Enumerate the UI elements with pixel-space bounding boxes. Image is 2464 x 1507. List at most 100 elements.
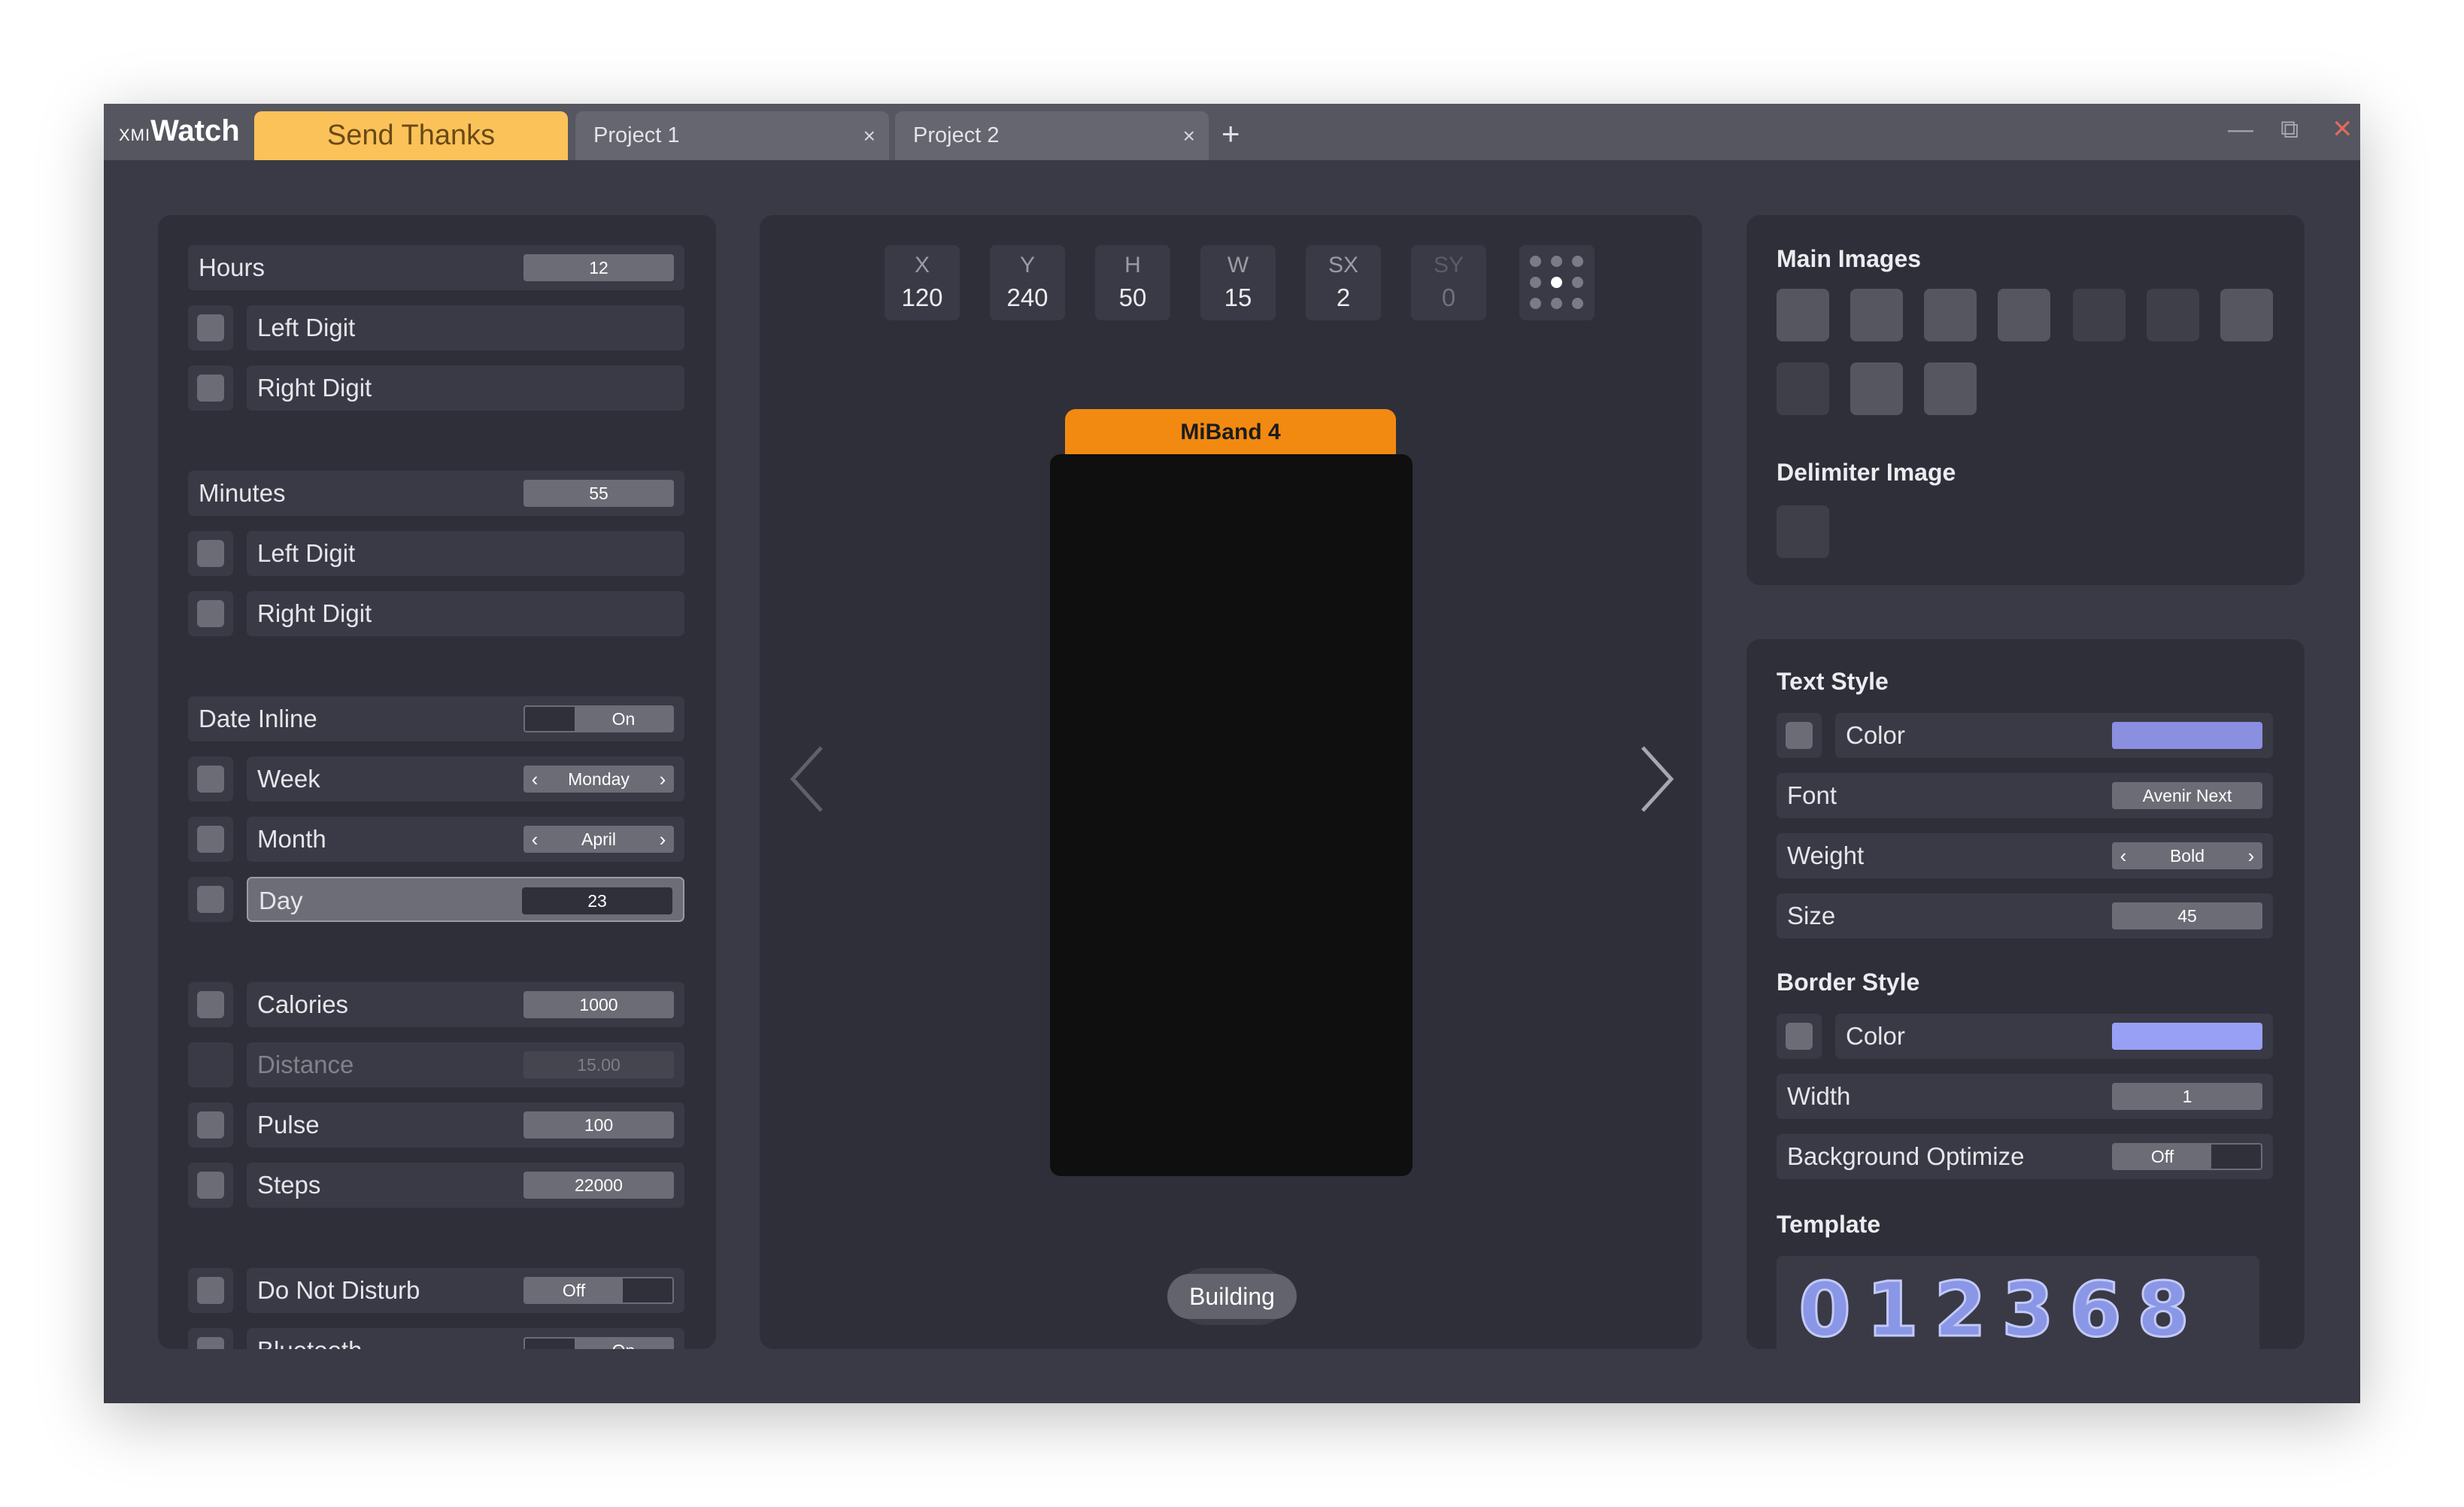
main-image-slot[interactable] xyxy=(1850,362,1903,415)
coord-y[interactable]: Y 240 xyxy=(990,245,1065,320)
date-inline-row[interactable]: Date Inline On xyxy=(188,696,684,741)
bg-optimize-toggle[interactable]: Off xyxy=(2112,1143,2262,1170)
chevron-left-icon[interactable] xyxy=(787,741,832,817)
chevron-right-icon[interactable]: › xyxy=(2240,842,2262,869)
close-window-icon[interactable]: ✕ xyxy=(2332,114,2353,144)
coord-h[interactable]: H 50 xyxy=(1095,245,1170,320)
weight-row[interactable]: Weight ‹ Bold › xyxy=(1777,833,2273,878)
coord-x[interactable]: X 120 xyxy=(885,245,960,320)
weight-selector[interactable]: ‹ Bold › xyxy=(2112,842,2262,869)
chevron-left-icon[interactable]: ‹ xyxy=(523,766,546,793)
coord-key: Y xyxy=(1019,253,1035,277)
border-width-row[interactable]: Width 1 xyxy=(1777,1074,2273,1119)
pulse-row[interactable]: Pulse 100 xyxy=(247,1102,684,1148)
dnd-toggle[interactable]: Off xyxy=(523,1277,674,1304)
main-image-slot[interactable] xyxy=(1924,362,1977,415)
chevron-right-icon[interactable] xyxy=(1632,741,1677,817)
calories-value[interactable]: 1000 xyxy=(523,991,674,1018)
dnd-row[interactable]: Do Not Disturb Off xyxy=(247,1268,684,1313)
week-checkbox[interactable] xyxy=(188,757,233,802)
minutes-row[interactable]: Minutes 55 xyxy=(188,471,684,516)
chevron-left-icon[interactable]: ‹ xyxy=(2112,842,2135,869)
text-color-swatch[interactable] xyxy=(2112,722,2262,749)
hours-right-digit[interactable]: Right Digit xyxy=(247,365,684,411)
main-image-slot[interactable] xyxy=(2147,289,2199,341)
border-width-value[interactable]: 1 xyxy=(2112,1083,2262,1110)
day-value[interactable]: 23 xyxy=(522,887,672,914)
main-image-slot[interactable] xyxy=(1777,289,1829,341)
delimiter-image-slot[interactable] xyxy=(1777,505,1829,558)
send-thanks-tab[interactable]: Send Thanks xyxy=(254,111,568,160)
minutes-right-checkbox[interactable] xyxy=(188,591,233,636)
main-image-slot[interactable] xyxy=(1777,362,1829,415)
date-inline-toggle[interactable]: On xyxy=(523,705,674,732)
size-value[interactable]: 45 xyxy=(2112,902,2262,929)
border-color-checkbox[interactable] xyxy=(1777,1014,1822,1059)
distance-label: Distance xyxy=(257,1051,354,1078)
hours-right-checkbox[interactable] xyxy=(188,365,233,411)
distance-checkbox[interactable] xyxy=(188,1042,233,1087)
font-row[interactable]: Font Avenir Next xyxy=(1777,773,2273,818)
minutes-right-digit[interactable]: Right Digit xyxy=(247,591,684,636)
add-tab-icon[interactable]: + xyxy=(1221,113,1240,155)
coord-sy[interactable]: SY 0 xyxy=(1411,245,1486,320)
bluetooth-toggle[interactable]: On xyxy=(523,1337,674,1349)
week-label: Week xyxy=(257,765,320,793)
hours-left-digit[interactable]: Left Digit xyxy=(247,305,684,350)
coord-w[interactable]: W 15 xyxy=(1200,245,1276,320)
month-checkbox[interactable] xyxy=(188,817,233,862)
device-label[interactable]: MiBand 4 xyxy=(1065,409,1396,454)
text-color-row[interactable]: Color xyxy=(1835,713,2273,758)
pulse-value[interactable]: 100 xyxy=(523,1111,674,1139)
minutes-left-digit[interactable]: Left Digit xyxy=(247,531,684,576)
chevron-right-icon[interactable]: › xyxy=(651,766,674,793)
main-image-slot[interactable] xyxy=(2220,289,2273,341)
minutes-left-checkbox[interactable] xyxy=(188,531,233,576)
bluetooth-checkbox[interactable] xyxy=(188,1328,233,1349)
maximize-icon[interactable]: ⧉ xyxy=(2280,114,2299,144)
hours-left-checkbox[interactable] xyxy=(188,305,233,350)
template-preview[interactable]: 0 1 2 3 6 8 xyxy=(1777,1256,2259,1349)
bluetooth-row[interactable]: Bluetooth On xyxy=(247,1328,684,1349)
coord-sx[interactable]: SX 2 xyxy=(1306,245,1381,320)
size-row[interactable]: Size 45 xyxy=(1777,893,2273,938)
close-tab-icon[interactable]: × xyxy=(1183,111,1195,160)
tab-project-1[interactable]: Project 1 × xyxy=(575,111,889,160)
dnd-checkbox[interactable] xyxy=(188,1268,233,1313)
close-tab-icon[interactable]: × xyxy=(863,111,875,160)
main-image-slot[interactable] xyxy=(1998,289,2050,341)
chevron-left-icon[interactable]: ‹ xyxy=(523,826,546,853)
chevron-right-icon[interactable]: › xyxy=(651,826,674,853)
week-selector[interactable]: ‹ Monday › xyxy=(523,766,674,793)
month-row[interactable]: Month ‹ April › xyxy=(247,817,684,862)
pulse-checkbox[interactable] xyxy=(188,1102,233,1148)
main-image-slot[interactable] xyxy=(1924,289,1977,341)
bg-optimize-label: Background Optimize xyxy=(1787,1142,2025,1170)
steps-value[interactable]: 22000 xyxy=(523,1172,674,1199)
calories-checkbox[interactable] xyxy=(188,982,233,1027)
watch-screen-preview[interactable] xyxy=(1050,454,1413,1176)
checkbox-box xyxy=(197,600,224,627)
day-row[interactable]: Day 23 xyxy=(247,877,684,922)
week-row[interactable]: Week ‹ Monday › xyxy=(247,757,684,802)
minimize-icon[interactable]: — xyxy=(2228,114,2253,144)
hours-row[interactable]: Hours 12 xyxy=(188,245,684,290)
alignment-grid-icon[interactable] xyxy=(1519,245,1595,320)
font-value[interactable]: Avenir Next xyxy=(2112,782,2262,809)
text-color-checkbox[interactable] xyxy=(1777,713,1822,758)
month-selector[interactable]: ‹ April › xyxy=(523,826,674,853)
minutes-value[interactable]: 55 xyxy=(523,480,674,507)
template-digits: 0 1 2 3 6 8 xyxy=(1798,1265,2191,1350)
tab-project-2[interactable]: Project 2 × xyxy=(895,111,1209,160)
border-color-swatch[interactable] xyxy=(2112,1023,2262,1050)
main-image-slot[interactable] xyxy=(1850,289,1903,341)
main-image-slot[interactable] xyxy=(2073,289,2126,341)
day-checkbox[interactable] xyxy=(188,877,233,922)
border-color-row[interactable]: Color xyxy=(1835,1014,2273,1059)
steps-row[interactable]: Steps 22000 xyxy=(247,1163,684,1208)
hours-value[interactable]: 12 xyxy=(523,254,674,281)
build-status-button[interactable]: Building xyxy=(1167,1268,1297,1325)
calories-row[interactable]: Calories 1000 xyxy=(247,982,684,1027)
bg-optimize-row[interactable]: Background Optimize Off xyxy=(1777,1134,2273,1179)
steps-checkbox[interactable] xyxy=(188,1163,233,1208)
